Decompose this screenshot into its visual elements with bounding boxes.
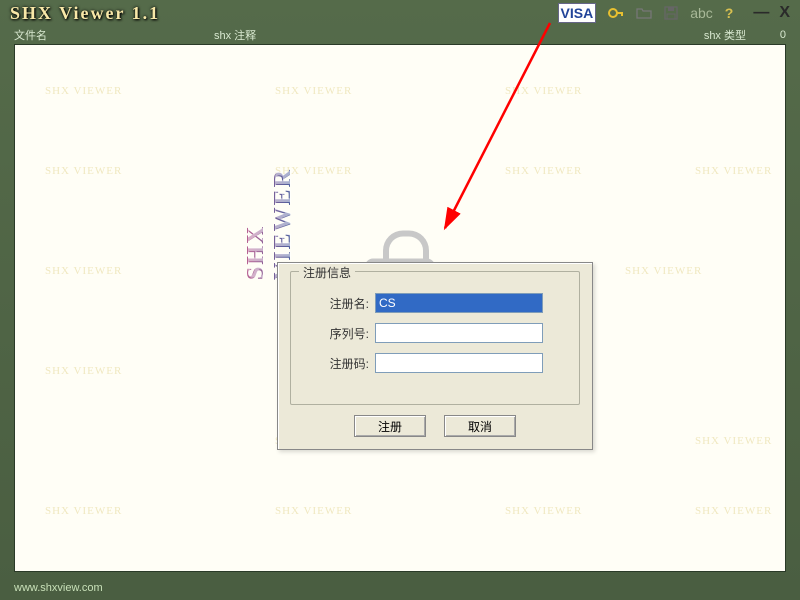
- watermark-text: SHX VIEWER: [45, 165, 122, 177]
- serial-input[interactable]: [375, 323, 543, 343]
- titlebar: SHX Viewer 1.1 VISA abc ? — X: [0, 0, 800, 26]
- serial-label: 序列号:: [313, 325, 369, 342]
- watermark-text: SHX VIEWER: [505, 505, 582, 517]
- register-button[interactable]: 注册: [354, 415, 426, 437]
- column-header: 文件名 shx 注释 shx 类型 0: [0, 26, 800, 44]
- col-comment: shx 注释: [214, 27, 666, 43]
- name-label: 注册名:: [313, 295, 369, 312]
- watermark-text: SHX VIEWER: [275, 505, 352, 517]
- vertical-watermark: SHX VIEWER: [243, 125, 297, 280]
- watermark-text: SHX VIEWER: [275, 85, 352, 97]
- watermark-text: SHX VIEWER: [45, 265, 122, 277]
- minimize-button[interactable]: —: [753, 4, 769, 22]
- code-input[interactable]: [375, 353, 543, 373]
- col-filename: 文件名: [14, 27, 214, 43]
- watermark-text: SHX VIEWER: [505, 85, 582, 97]
- groupbox-title: 注册信息: [299, 264, 355, 281]
- save-icon[interactable]: [664, 6, 678, 20]
- name-input[interactable]: [375, 293, 543, 313]
- watermark-text: SHX VIEWER: [45, 85, 122, 97]
- help-icon[interactable]: ?: [725, 5, 734, 21]
- visa-icon[interactable]: VISA: [558, 3, 597, 23]
- watermark-text: SHX VIEWER: [625, 265, 702, 277]
- watermark-text: SHX VIEWER: [695, 435, 772, 447]
- watermark-text: SHX VIEWER: [275, 165, 352, 177]
- key-icon[interactable]: [608, 6, 624, 20]
- abc-icon[interactable]: abc: [690, 5, 713, 21]
- watermark-text: SHX VIEWER: [695, 165, 772, 177]
- app-title: SHX Viewer 1.1: [10, 3, 160, 24]
- register-groupbox: 注册信息 注册名: 序列号: 注册码:: [290, 271, 580, 405]
- register-dialog: 注册信息 注册名: 序列号: 注册码: 注册 取消: [277, 262, 593, 450]
- watermark-text: SHX VIEWER: [695, 505, 772, 517]
- status-url: www.shxview.com: [14, 582, 103, 594]
- watermark-text: SHX VIEWER: [505, 165, 582, 177]
- open-folder-icon[interactable]: [636, 6, 652, 20]
- col-type: shx 类型: [666, 27, 746, 43]
- watermark-text: SHX VIEWER: [45, 365, 122, 377]
- watermark-text: SHX VIEWER: [45, 505, 122, 517]
- col-count: 0: [746, 29, 786, 41]
- toolbar: VISA abc ?: [558, 3, 734, 23]
- close-button[interactable]: X: [779, 4, 790, 22]
- cancel-button[interactable]: 取消: [444, 415, 516, 437]
- code-label: 注册码:: [313, 355, 369, 372]
- content-area: SHX VIEWER SHX VIEWER SHX VIEWER SHX VIE…: [14, 44, 786, 572]
- window-controls: — X: [753, 4, 790, 22]
